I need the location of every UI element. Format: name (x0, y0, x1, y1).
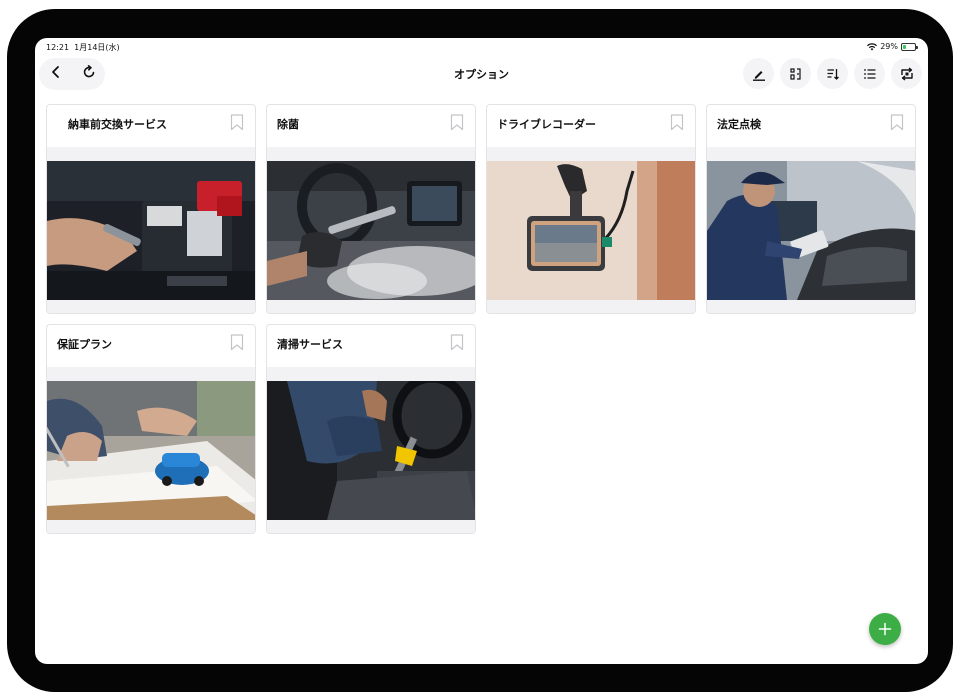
bookmark-icon[interactable] (230, 114, 244, 131)
option-card[interactable]: ドライブレコーダー (486, 104, 696, 314)
card-title: 納車前交換サービス (68, 118, 167, 131)
card-title: 法定点検 (717, 118, 761, 131)
wifi-icon (867, 42, 878, 50)
steam-cleaning-photo (267, 161, 475, 300)
mechanic-inspection-photo (707, 161, 915, 300)
bookmark-icon[interactable] (230, 334, 244, 351)
list-icon (863, 68, 875, 79)
card-footer (267, 520, 475, 533)
option-grid: 納車前交換サービス 除菌 ドライブレコーダー 法定点検 保証プラン 清掃サービス (46, 104, 916, 534)
option-card[interactable]: 清掃サービス (266, 324, 476, 534)
card-header: 除菌 (267, 105, 475, 147)
card-spacer (47, 147, 255, 161)
status-date: 1月14日(水) (74, 43, 120, 52)
vacuum-cleaning-photo (267, 381, 475, 520)
card-title: ドライブレコーダー (497, 118, 596, 131)
card-title: 保証プラン (57, 338, 112, 351)
card-header: 清掃サービス (267, 325, 475, 367)
card-header: 納車前交換サービス (47, 105, 255, 147)
status-time: 12:21 1月14日(水) (46, 42, 120, 53)
status-clock: 12:21 (46, 43, 70, 52)
option-card[interactable]: 除菌 (266, 104, 476, 314)
bookmark-icon[interactable] (670, 114, 684, 131)
card-spacer (707, 147, 915, 161)
plus-icon (878, 622, 892, 636)
card-footer (267, 300, 475, 313)
columns-icon (789, 67, 801, 80)
card-title: 除菌 (277, 118, 299, 131)
edit-button[interactable] (743, 58, 774, 89)
status-indicators: 29% (867, 42, 918, 51)
app-screen: 12:21 1月14日(水) 29% オプション 納車前交換サービス 除菌 ドラ… (35, 38, 928, 664)
option-card[interactable]: 法定点検 (706, 104, 916, 314)
card-spacer (487, 147, 695, 161)
card-footer (707, 300, 915, 313)
option-card[interactable]: 保証プラン (46, 324, 256, 534)
edit-icon (752, 70, 765, 81)
warranty-contract-photo (47, 381, 255, 520)
toolbar (743, 58, 922, 89)
card-header: 法定点検 (707, 105, 915, 147)
bookmark-icon[interactable] (890, 114, 904, 131)
card-footer (487, 300, 695, 313)
card-title: 清掃サービス (277, 338, 343, 351)
swap-button[interactable] (891, 58, 922, 89)
option-card[interactable]: 納車前交換サービス (46, 104, 256, 314)
card-footer (47, 300, 255, 313)
dashcam-photo (487, 161, 695, 300)
swap-icon (900, 66, 913, 81)
add-button[interactable] (869, 613, 901, 645)
card-spacer (267, 147, 475, 161)
battery-icon (901, 42, 918, 51)
columns-button[interactable] (780, 58, 811, 89)
card-header: ドライブレコーダー (487, 105, 695, 147)
card-spacer (267, 367, 475, 381)
sort-icon (827, 68, 839, 80)
bookmark-icon[interactable] (450, 114, 464, 131)
sort-button[interactable] (817, 58, 848, 89)
card-spacer (47, 367, 255, 381)
list-button[interactable] (854, 58, 885, 89)
bookmark-icon[interactable] (450, 334, 464, 351)
card-footer (47, 520, 255, 533)
card-header: 保証プラン (47, 325, 255, 367)
battery-percent: 29% (880, 42, 898, 51)
car-battery-photo (47, 161, 255, 300)
